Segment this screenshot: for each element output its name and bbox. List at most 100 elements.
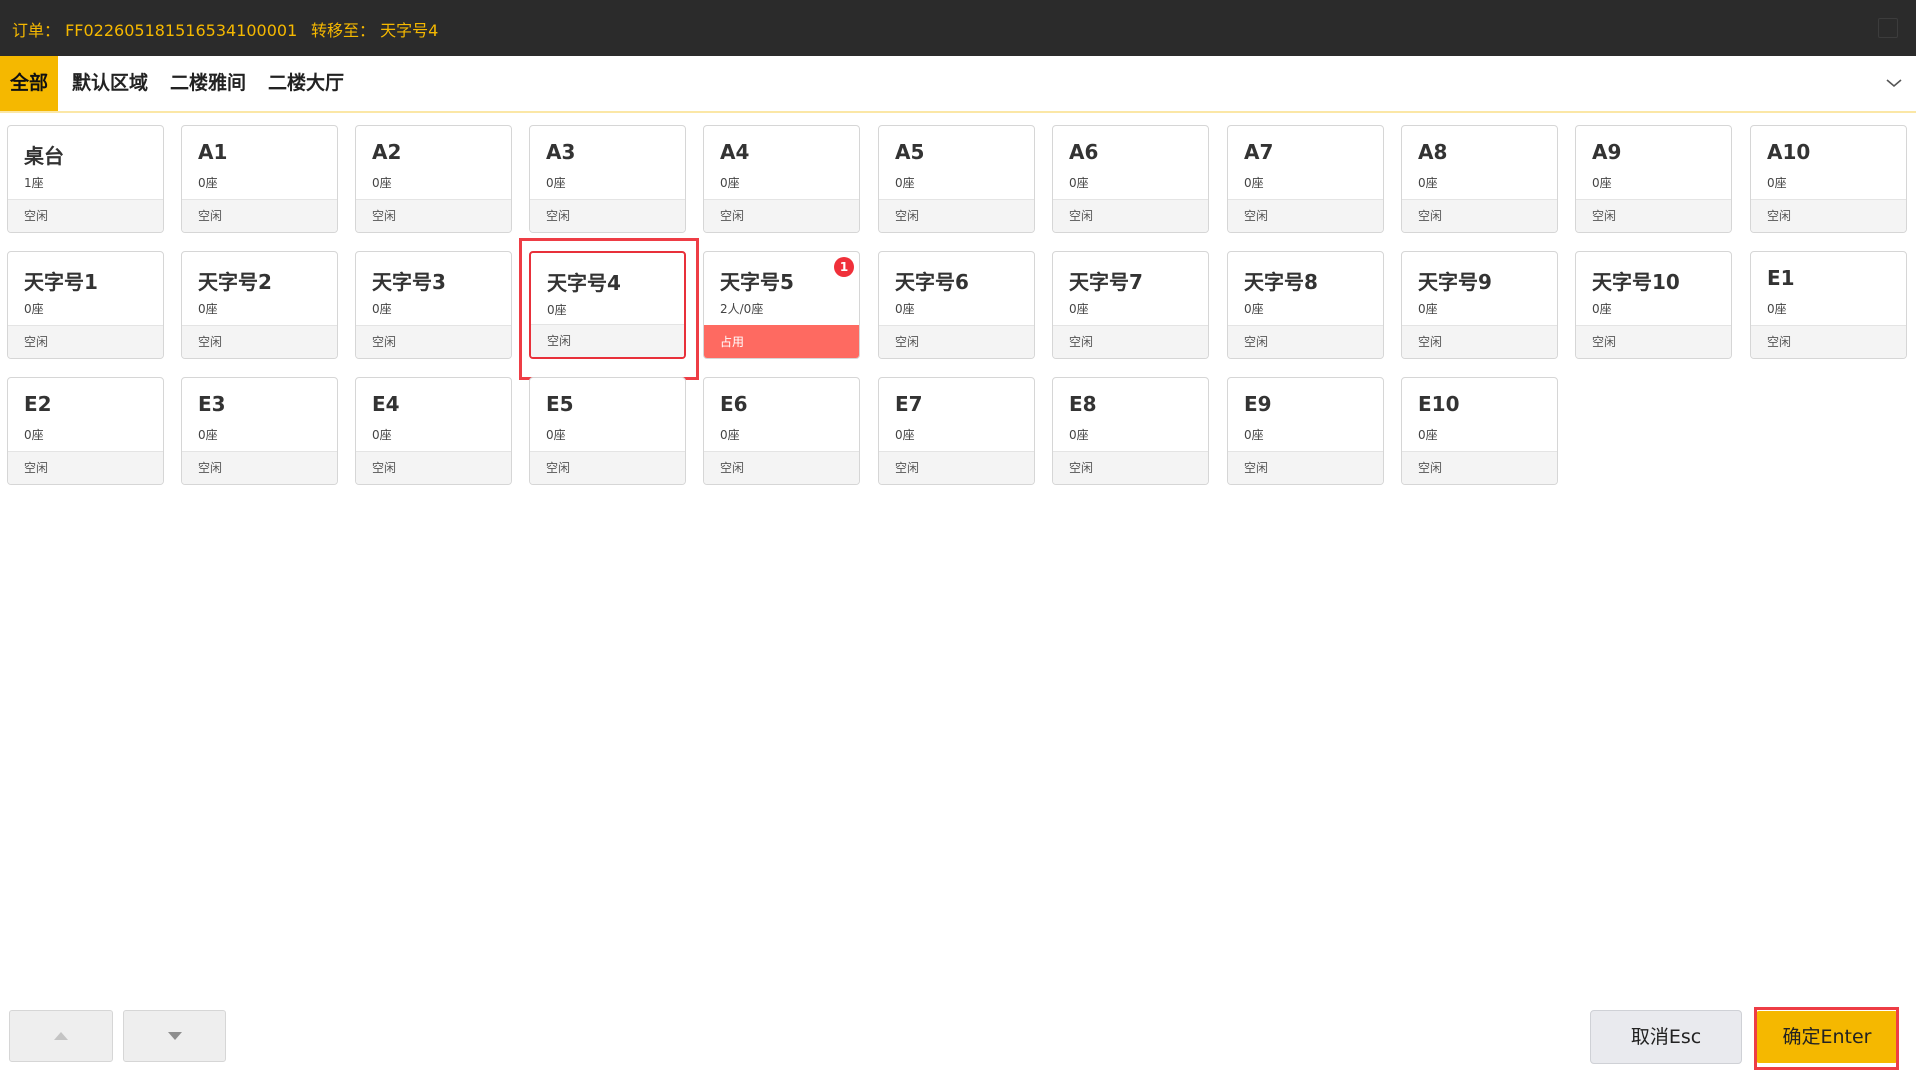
table-card[interactable]: 天字号8 0座 空闲 xyxy=(1227,251,1384,359)
table-card[interactable]: A10 0座空闲 xyxy=(1750,125,1907,233)
table-status: 空闲 xyxy=(1228,325,1383,358)
table-name: 天字号7 xyxy=(1069,270,1143,294)
table-card[interactable]: 天字号10 0座 空闲 xyxy=(1575,251,1732,359)
table-card[interactable]: E5 0座 空闲 xyxy=(529,377,686,485)
table-name: A2 xyxy=(372,140,402,164)
table-card[interactable]: E10 0座 空闲 xyxy=(1401,377,1558,485)
triangle-up-icon xyxy=(54,1032,68,1040)
table-name: A10 xyxy=(1767,140,1811,164)
table-card[interactable]: 天字号5 2人/0座 占用 1 xyxy=(703,251,860,359)
confirm-highlight-outline xyxy=(1754,1007,1899,1070)
table-status: 空闲 xyxy=(1576,325,1731,358)
table-status: 空闲 xyxy=(1053,325,1208,358)
table-status: 空闲 xyxy=(8,199,163,232)
table-status: 空闲 xyxy=(356,199,511,232)
table-name: E3 xyxy=(198,392,226,416)
tab-default-area[interactable]: 默认区域 xyxy=(62,56,158,111)
table-status: 空闲 xyxy=(879,451,1034,484)
table-name: 天字号5 xyxy=(720,270,794,294)
table-seats: 0座 xyxy=(198,176,218,190)
table-card[interactable]: 天字号9 0座 空闲 xyxy=(1401,251,1558,359)
table-seats: 0座 xyxy=(24,428,44,442)
table-seats: 0座 xyxy=(1418,302,1438,316)
table-status: 空闲 xyxy=(879,199,1034,232)
table-name: E9 xyxy=(1244,392,1272,416)
table-status: 空闲 xyxy=(1402,199,1557,232)
page-up-button[interactable] xyxy=(9,1010,113,1062)
table-status: 空闲 xyxy=(8,325,163,358)
table-name: E1 xyxy=(1767,266,1795,290)
tab-second-floor-hall[interactable]: 二楼大厅 xyxy=(258,56,354,111)
table-seats: 0座 xyxy=(1767,302,1787,316)
table-name: A1 xyxy=(198,140,228,164)
table-status: 空闲 xyxy=(1402,451,1557,484)
cancel-button[interactable]: 取消Esc xyxy=(1590,1010,1742,1064)
table-seats: 0座 xyxy=(1244,428,1264,442)
table-name: E2 xyxy=(24,392,52,416)
table-card[interactable]: E9 0座 空闲 xyxy=(1227,377,1384,485)
table-name: A7 xyxy=(1244,140,1274,164)
table-card[interactable]: 桌台 1座 空闲 xyxy=(7,125,164,233)
table-card[interactable]: 天字号4 0座 空闲 xyxy=(529,251,686,359)
table-seats: 1座 xyxy=(24,176,44,190)
table-status: 空闲 xyxy=(1751,199,1906,232)
table-status: 空闲 xyxy=(182,451,337,484)
table-status: 空闲 xyxy=(531,324,684,357)
table-name: E8 xyxy=(1069,392,1097,416)
top-bar: 订单： FF022605181516534100001 转移至： 天字号4 xyxy=(0,0,1916,56)
table-seats: 0座 xyxy=(1767,176,1787,190)
table-name: E10 xyxy=(1418,392,1460,416)
table-card[interactable]: A5 0座空闲 xyxy=(878,125,1035,233)
page-down-button[interactable] xyxy=(123,1010,226,1062)
table-seats: 0座 xyxy=(198,428,218,442)
window-control-icon[interactable] xyxy=(1878,18,1898,38)
table-card[interactable]: E4 0座 空闲 xyxy=(355,377,512,485)
table-name: E5 xyxy=(546,392,574,416)
transfer-target: 转移至： 天字号4 xyxy=(311,21,439,40)
table-seats: 0座 xyxy=(546,176,566,190)
table-card[interactable]: E6 0座 空闲 xyxy=(703,377,860,485)
table-status: 空闲 xyxy=(704,199,859,232)
table-name: A3 xyxy=(546,140,576,164)
table-status: 空闲 xyxy=(356,451,511,484)
chevron-down-icon[interactable] xyxy=(1884,73,1904,93)
table-card[interactable]: A6 0座 空闲 xyxy=(1052,125,1209,233)
table-status: 空闲 xyxy=(704,451,859,484)
table-seats: 0座 xyxy=(547,303,567,317)
table-card[interactable]: E1 0座 空闲 xyxy=(1750,251,1907,359)
table-card[interactable]: E2 0座空闲 xyxy=(7,377,164,485)
table-card[interactable]: 天字号7 0座 空闲 xyxy=(1052,251,1209,359)
table-name: 天字号6 xyxy=(895,270,969,294)
table-seats: 0座 xyxy=(1069,428,1089,442)
table-name: E6 xyxy=(720,392,748,416)
table-seats: 2人/0座 xyxy=(720,302,764,316)
table-status: 空闲 xyxy=(8,451,163,484)
table-name: 天字号3 xyxy=(372,270,446,294)
table-status: 空闲 xyxy=(182,199,337,232)
table-card[interactable]: A1 0座空闲 xyxy=(181,125,338,233)
table-card[interactable]: A4 0座 空闲 xyxy=(703,125,860,233)
table-card[interactable]: A2 0座 空闲 xyxy=(355,125,512,233)
table-status: 空闲 xyxy=(1402,325,1557,358)
table-card[interactable]: A8 0座 空闲 xyxy=(1401,125,1558,233)
table-status: 空闲 xyxy=(530,451,685,484)
table-seats: 0座 xyxy=(895,176,915,190)
tab-second-floor-private[interactable]: 二楼雅间 xyxy=(160,56,256,111)
table-name: A9 xyxy=(1592,140,1622,164)
table-card[interactable]: A3 0座空闲 xyxy=(529,125,686,233)
table-card[interactable]: 天字号2 0座 空闲 xyxy=(181,251,338,359)
table-name: 天字号2 xyxy=(198,270,272,294)
table-card[interactable]: E7 0座 空闲 xyxy=(878,377,1035,485)
table-card[interactable]: 天字号3 0座 空闲 xyxy=(355,251,512,359)
table-seats: 0座 xyxy=(895,302,915,316)
table-status: 空闲 xyxy=(530,199,685,232)
table-card[interactable]: 天字号1 0座 空闲 xyxy=(7,251,164,359)
table-card[interactable]: 天字号6 0座 空闲 xyxy=(878,251,1035,359)
tab-all[interactable]: 全部 xyxy=(0,56,59,111)
table-name: 天字号10 xyxy=(1592,270,1680,294)
table-name: A5 xyxy=(895,140,925,164)
table-card[interactable]: A9 0座 空闲 xyxy=(1575,125,1732,233)
table-card[interactable]: E8 0座 空闲 xyxy=(1052,377,1209,485)
table-card[interactable]: E3 0座空闲 xyxy=(181,377,338,485)
table-card[interactable]: A7 0座 空闲 xyxy=(1227,125,1384,233)
